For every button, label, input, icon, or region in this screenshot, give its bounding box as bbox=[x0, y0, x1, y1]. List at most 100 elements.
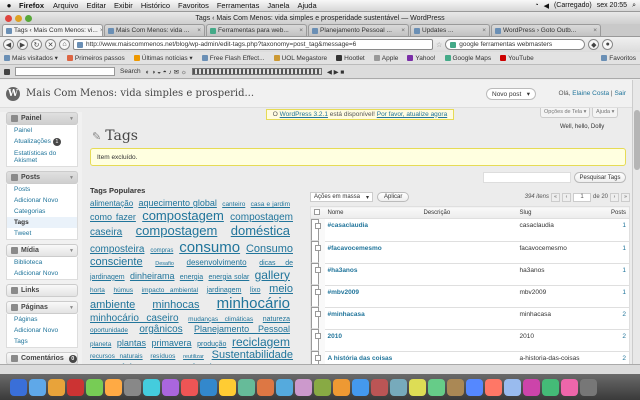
menu-ferramentas[interactable]: Ferramentas bbox=[217, 1, 260, 10]
menu-ajuda[interactable]: Ajuda bbox=[297, 1, 316, 10]
tag-cloud-link[interactable]: primavera bbox=[152, 338, 192, 348]
dock-app-icon[interactable] bbox=[485, 378, 502, 396]
select-all-checkbox[interactable] bbox=[310, 206, 325, 219]
dock-app-icon[interactable] bbox=[580, 378, 597, 396]
chevron-down-icon[interactable]: ▼ bbox=[69, 248, 74, 254]
dock-app-icon[interactable] bbox=[295, 378, 312, 396]
bookmark-mais-visitados[interactable]: Mais visitados ▾ bbox=[4, 54, 58, 62]
table-row[interactable]: #minhacasa minhacasa 2 bbox=[311, 307, 630, 330]
table-row[interactable]: #casaclaudia casaclaudia 1 bbox=[311, 218, 630, 242]
tag-cloud-link[interactable]: energia solar bbox=[208, 274, 249, 281]
tag-cloud-link[interactable]: compras bbox=[150, 248, 173, 254]
user-profile-link[interactable]: Elaine Costa bbox=[572, 90, 609, 97]
checkbox[interactable] bbox=[314, 208, 320, 215]
tag-cloud-link[interactable]: plantas bbox=[117, 338, 146, 348]
checkbox[interactable] bbox=[315, 223, 321, 229]
sidebar-item-tweet[interactable]: Tweet bbox=[6, 228, 78, 240]
prev-page-icon[interactable]: ‹ bbox=[561, 192, 571, 202]
first-page-icon[interactable]: « bbox=[550, 192, 560, 202]
bookmark-free-flash[interactable]: Free Flash Effect... bbox=[201, 55, 265, 62]
screen-options-button[interactable]: Opções de Tela ▾ bbox=[540, 108, 591, 118]
last-page-icon[interactable]: » bbox=[621, 192, 630, 202]
dock-app-icon[interactable] bbox=[48, 378, 65, 396]
checkbox[interactable] bbox=[315, 333, 321, 339]
chevron-down-icon[interactable]: ▼ bbox=[69, 116, 74, 122]
cell-name[interactable]: #ha3anos bbox=[324, 263, 421, 286]
scrollbar-thumb[interactable] bbox=[634, 110, 640, 170]
column-header-slug[interactable]: Slug bbox=[516, 206, 597, 219]
tag-cloud-link[interactable]: Desafio bbox=[155, 261, 174, 267]
dock-app-icon[interactable] bbox=[352, 378, 369, 396]
checkbox[interactable] bbox=[315, 267, 321, 273]
menu-historico[interactable]: Histórico bbox=[141, 1, 170, 10]
update-now-link[interactable]: Por favor, atualize agora bbox=[377, 111, 447, 118]
tab-maiscommenos[interactable]: Mais Com Menos: vida ... × bbox=[104, 24, 205, 36]
dock-app-icon[interactable] bbox=[466, 378, 483, 396]
menu-arquivo[interactable]: Arquivo bbox=[53, 1, 78, 10]
next-page-icon[interactable]: › bbox=[610, 192, 619, 202]
clock[interactable]: sex 20:55 bbox=[597, 2, 627, 9]
dock-app-icon[interactable] bbox=[10, 378, 27, 396]
cell-name[interactable]: #minhacasa bbox=[324, 307, 421, 330]
column-header-description[interactable]: Descrição bbox=[420, 206, 517, 219]
tag-cloud-link[interactable]: doméstica bbox=[231, 223, 290, 238]
dock-app-icon[interactable] bbox=[200, 378, 217, 396]
volume-icon[interactable]: ◀ bbox=[544, 2, 549, 10]
dock-app-icon[interactable] bbox=[276, 378, 293, 396]
cell-name[interactable]: #casaclaudia bbox=[324, 218, 421, 242]
close-tab-icon[interactable]: × bbox=[593, 27, 597, 34]
site-title[interactable]: Mais Com Menos: vida simples e prosperid… bbox=[26, 88, 254, 99]
column-header-posts[interactable]: Posts bbox=[596, 206, 630, 219]
tag-cloud-link[interactable]: natureza bbox=[263, 316, 290, 323]
sidebar-item-paginas[interactable]: Páginas bbox=[6, 314, 78, 325]
checkbox[interactable] bbox=[315, 289, 321, 295]
forward-icon[interactable]: ▶ bbox=[17, 39, 28, 50]
media-player-bar[interactable] bbox=[191, 68, 322, 75]
toolbar-icons[interactable]: ◐ ◑ ◒ ◓ ♪ ✉ ☼ bbox=[146, 68, 187, 76]
dock-app-icon[interactable] bbox=[447, 378, 464, 396]
stop-icon[interactable]: ✕ bbox=[45, 39, 56, 50]
table-row[interactable]: #ha3anos ha3anos 1 bbox=[311, 263, 630, 286]
tag-cloud-link[interactable]: consumo bbox=[179, 239, 240, 256]
tag-cloud-link[interactable]: dinheirama bbox=[130, 271, 175, 281]
home-icon[interactable]: ⌂ bbox=[59, 39, 70, 50]
close-tab-icon[interactable]: × bbox=[482, 27, 486, 34]
web-search-field[interactable]: google ferramentas webmasters bbox=[445, 39, 586, 50]
tab-tags[interactable]: Tags ‹ Mais Com Menos: vi...× bbox=[2, 24, 103, 36]
dock-app-icon[interactable] bbox=[523, 378, 540, 396]
table-row[interactable]: #facavocemesmo facavocemesmo 1 bbox=[311, 241, 630, 264]
dock-app-icon[interactable] bbox=[257, 378, 274, 396]
sidebar-item-biblioteca[interactable]: Biblioteca bbox=[6, 257, 78, 268]
dock-app-icon[interactable] bbox=[143, 378, 160, 396]
battery-status[interactable]: (Carregado) bbox=[554, 2, 592, 9]
dock-app-icon[interactable] bbox=[219, 378, 236, 396]
tag-cloud-link[interactable]: compostagem bbox=[142, 208, 224, 223]
sidebar-item-midia-adicionar[interactable]: Adicionar Novo bbox=[6, 268, 78, 280]
tag-cloud-link[interactable]: desenvolvimento bbox=[187, 258, 247, 267]
menu-editar[interactable]: Editar bbox=[86, 1, 106, 10]
sidebar-item-painel[interactable]: Painel bbox=[6, 125, 78, 136]
toolbar-search-input[interactable] bbox=[15, 67, 115, 76]
table-row[interactable]: #mbv2009 mbv2009 1 bbox=[311, 285, 630, 308]
toolbar-search-button[interactable]: Search bbox=[120, 68, 141, 75]
tag-cloud-link[interactable]: casa e jardim bbox=[251, 201, 290, 208]
search-tags-button[interactable]: Pesquisar Tags bbox=[574, 172, 626, 183]
bookmark-youtube[interactable]: YouTube bbox=[500, 55, 534, 62]
dock-app-icon[interactable] bbox=[29, 378, 46, 396]
menu-posts[interactable]: Posts ▼ bbox=[6, 171, 78, 184]
sidebar-item-tags[interactable]: Tags bbox=[6, 217, 78, 228]
tag-cloud-link[interactable]: composteira bbox=[90, 244, 144, 255]
cell-posts[interactable]: 2 bbox=[596, 307, 630, 330]
menu-paginas[interactable]: Páginas ▼ bbox=[6, 301, 78, 314]
tag-cloud-link[interactable]: como fazer bbox=[90, 212, 136, 222]
cell-posts[interactable]: 1 bbox=[596, 218, 630, 242]
cell-name[interactable]: 2010 bbox=[324, 329, 421, 352]
checkbox[interactable] bbox=[315, 245, 321, 251]
dock-app-icon[interactable] bbox=[542, 378, 559, 396]
tag-cloud-link[interactable]: húmus bbox=[113, 287, 133, 294]
spotlight-icon[interactable]: ⌕ bbox=[632, 2, 636, 10]
apply-button[interactable]: Aplicar bbox=[377, 192, 410, 202]
addon-icon[interactable]: ● bbox=[602, 39, 614, 50]
dock-app-icon[interactable] bbox=[162, 378, 179, 396]
cell-posts[interactable]: 2 bbox=[596, 329, 630, 352]
